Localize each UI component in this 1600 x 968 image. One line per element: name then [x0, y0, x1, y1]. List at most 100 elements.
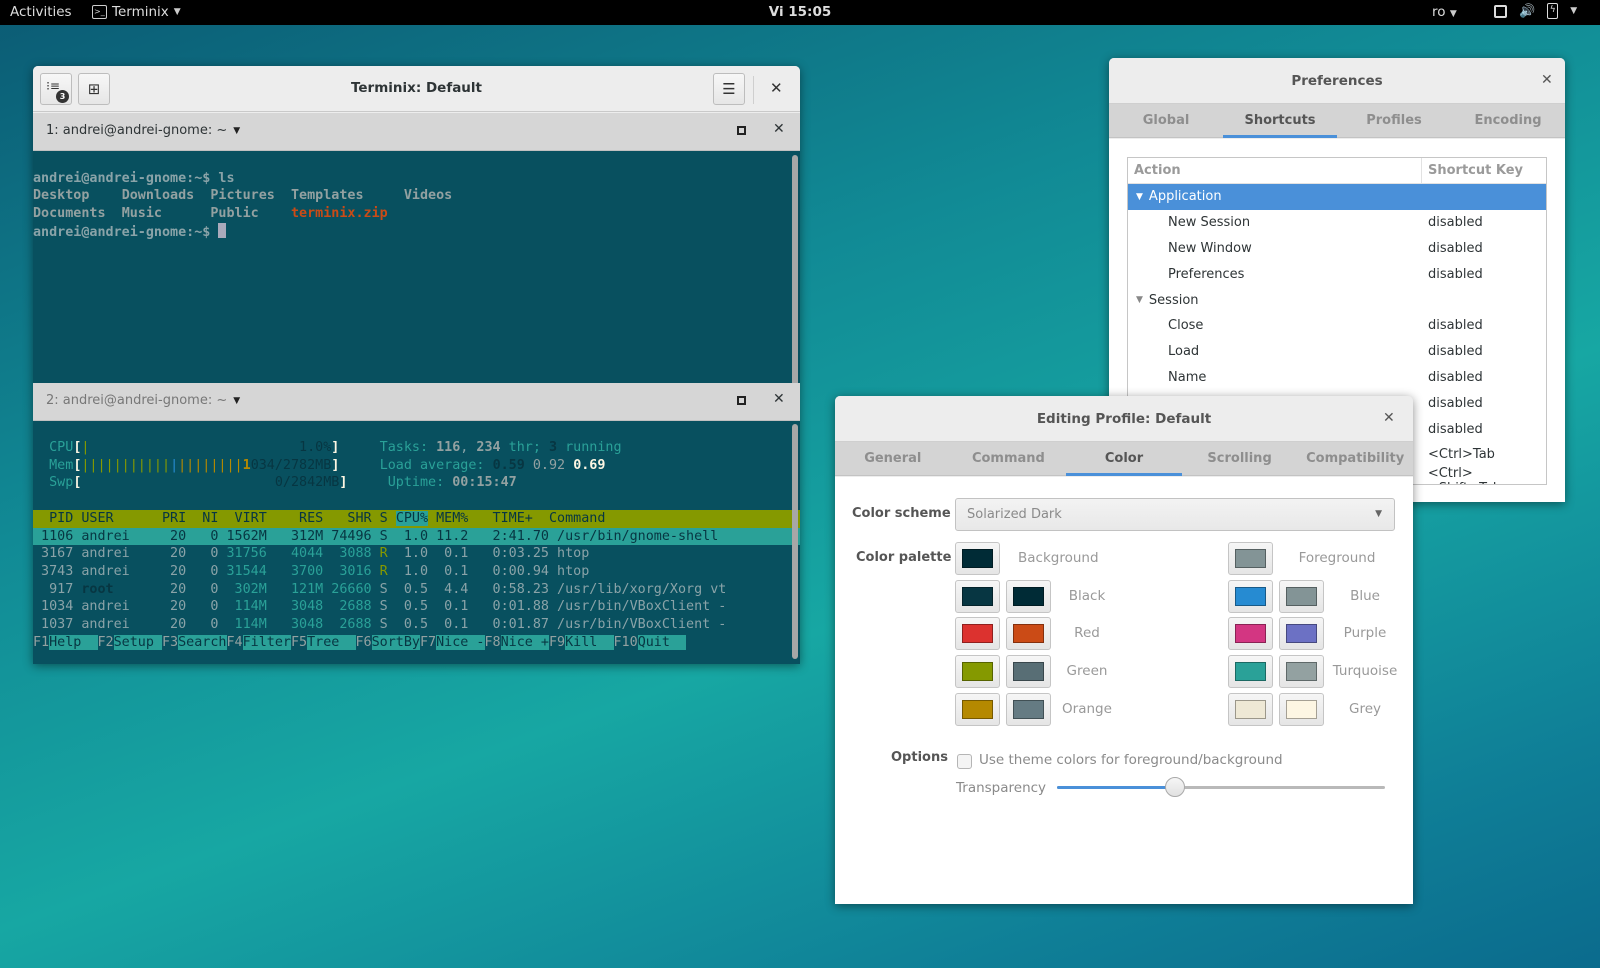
- fkey-f7[interactable]: F7Nice -: [420, 634, 485, 650]
- shortcut-key-cell[interactable]: disabled: [1422, 267, 1483, 282]
- process-row[interactable]: 3743 andrei 20 0 31544 3700 3016 R 1.0 0…: [33, 563, 800, 581]
- tree-row[interactable]: Close disabled: [1128, 313, 1546, 339]
- tree-row[interactable]: Preferences disabled: [1128, 261, 1546, 287]
- language-button[interactable]: ro ▼: [1432, 4, 1457, 20]
- process-row[interactable]: 1106 andrei 20 0 1562M 312M 74496 S 1.0 …: [33, 527, 800, 546]
- column-header-command[interactable]: Command: [533, 511, 800, 526]
- shortcut-key-cell[interactable]: disabled: [1422, 422, 1483, 437]
- fkey-f1[interactable]: F1Help: [33, 634, 98, 650]
- background-color-swatch[interactable]: [955, 542, 1000, 575]
- shortcut-key-cell[interactable]: disabled: [1422, 370, 1483, 385]
- close-dialog-button[interactable]: ✕: [1383, 410, 1395, 426]
- slider-knob[interactable]: [1165, 777, 1186, 797]
- expander-icon[interactable]: ▼: [1136, 192, 1143, 202]
- tab-scrolling[interactable]: Scrolling: [1182, 442, 1298, 475]
- bright-grey-color-swatch[interactable]: [1279, 692, 1324, 726]
- red-color-swatch[interactable]: [955, 617, 1000, 651]
- bright-black-color-swatch[interactable]: [1006, 579, 1051, 613]
- pane-1-header[interactable]: 1: andrei@andrei-gnome: ~ ▼ ✕: [33, 113, 800, 151]
- tree-row[interactable]: New Window disabled: [1128, 236, 1546, 262]
- shortcut-key-cell[interactable]: disabled: [1422, 396, 1483, 411]
- tab-shortcuts[interactable]: Shortcuts: [1223, 104, 1337, 138]
- tab-encoding[interactable]: Encoding: [1451, 104, 1565, 137]
- column-action[interactable]: Action: [1128, 158, 1422, 183]
- scrollbar[interactable]: [792, 424, 798, 659]
- activities-button[interactable]: Activities: [10, 4, 72, 20]
- tree-group-row[interactable]: ▼ Application: [1128, 184, 1546, 210]
- process-row[interactable]: 917 root 20 0 302M 121M 26660 S 0.5 4.4 …: [33, 581, 800, 599]
- fkey-f6[interactable]: F6SortBy: [356, 634, 420, 650]
- tree-row[interactable]: New Session disabled: [1128, 210, 1546, 236]
- turquoise-color-swatch[interactable]: [1228, 655, 1273, 689]
- fkey-f4[interactable]: F4Filter: [227, 634, 291, 650]
- column-header-s[interactable]: S: [372, 511, 388, 526]
- tab-compatibility[interactable]: Compatibility: [1297, 442, 1413, 475]
- column-header-ni[interactable]: NI: [186, 511, 218, 526]
- column-header-pid[interactable]: PID: [33, 511, 73, 526]
- column-header-shr[interactable]: SHR: [323, 511, 371, 526]
- tab-color[interactable]: Color: [1066, 442, 1182, 476]
- fkey-f3[interactable]: F3Search: [162, 634, 227, 650]
- add-terminal-button[interactable]: ⊞: [78, 73, 110, 105]
- expander-icon[interactable]: ▼: [1136, 295, 1143, 305]
- tree-row[interactable]: Name disabled: [1128, 365, 1546, 391]
- maximize-pane-button[interactable]: [737, 126, 746, 135]
- column-shortcut-key[interactable]: Shortcut Key: [1422, 158, 1523, 183]
- foreground-color-swatch[interactable]: [1228, 542, 1273, 575]
- column-header-pri[interactable]: PRI: [154, 511, 186, 526]
- green-color-swatch[interactable]: [955, 655, 1000, 689]
- bright-turquoise-color-swatch[interactable]: [1279, 655, 1324, 689]
- tab-profiles[interactable]: Profiles: [1337, 104, 1451, 137]
- chevron-down-icon[interactable]: ▼: [233, 126, 240, 136]
- app-menu-button[interactable]: >_ Terminix ▼: [92, 4, 181, 20]
- column-header-res[interactable]: RES: [267, 511, 323, 526]
- bright-red-color-swatch[interactable]: [1006, 617, 1051, 651]
- chevron-down-icon[interactable]: ▼: [233, 396, 240, 406]
- bright-blue-color-swatch[interactable]: [1279, 579, 1324, 613]
- close-pane-button[interactable]: ✕: [773, 391, 785, 407]
- bright-purple-color-swatch[interactable]: [1279, 617, 1324, 651]
- column-header-virt[interactable]: VIRT: [218, 511, 267, 526]
- orange-color-swatch[interactable]: [955, 692, 1000, 726]
- session-list-button[interactable]: ⁝≡ 3: [40, 73, 72, 105]
- terminal-pane-2[interactable]: CPU[| 1.0%] Tasks: 116, 234 thr; 3 runni…: [33, 421, 800, 664]
- pane-2-header[interactable]: 2: andrei@andrei-gnome: ~ ▼ ✕: [33, 383, 800, 421]
- shortcut-key-cell[interactable]: disabled: [1422, 241, 1483, 256]
- hamburger-menu-button[interactable]: ☰: [713, 73, 745, 105]
- column-header-cpu[interactable]: CPU%: [395, 510, 429, 526]
- close-pane-button[interactable]: ✕: [773, 121, 785, 137]
- column-header-mem[interactable]: MEM%: [428, 511, 468, 526]
- tab-global[interactable]: Global: [1109, 104, 1223, 137]
- shortcut-key-cell[interactable]: <Ctrl><Shift>Tab: [1422, 466, 1546, 484]
- process-row[interactable]: 1037 andrei 20 0 114M 3048 2688 S 0.5 0.…: [33, 616, 800, 634]
- fkey-f8[interactable]: F8Nice +: [485, 634, 549, 650]
- tab-command[interactable]: Command: [951, 442, 1067, 475]
- process-row[interactable]: 1034 andrei 20 0 114M 3048 2688 S 0.5 0.…: [33, 598, 800, 616]
- shortcut-key-cell[interactable]: disabled: [1422, 344, 1483, 359]
- tab-general[interactable]: General: [835, 442, 951, 475]
- scrollbar[interactable]: [792, 155, 798, 387]
- use-theme-colors-checkbox[interactable]: [957, 754, 972, 769]
- column-header-time[interactable]: TIME+: [468, 511, 533, 526]
- fkey-f10[interactable]: F10Quit: [614, 634, 687, 650]
- color-scheme-select[interactable]: Solarized Dark ▼: [955, 498, 1395, 531]
- close-window-button[interactable]: ✕: [770, 79, 783, 97]
- close-dialog-button[interactable]: ✕: [1541, 72, 1553, 88]
- shortcut-key-cell[interactable]: <Ctrl>Tab: [1422, 447, 1495, 462]
- fkey-f5[interactable]: F5Tree: [291, 634, 356, 650]
- transparency-slider[interactable]: [1057, 777, 1385, 797]
- maximize-pane-button[interactable]: [737, 396, 746, 405]
- system-tray[interactable]: 🔊 ϟ ▼: [1494, 3, 1577, 19]
- terminal-pane-1[interactable]: andrei@andrei-gnome:~$ ls Desktop Downloa…: [33, 151, 800, 393]
- shortcut-key-cell[interactable]: disabled: [1422, 318, 1483, 333]
- fkey-f9[interactable]: F9Kill: [549, 634, 614, 650]
- tree-row[interactable]: Load disabled: [1128, 339, 1546, 365]
- shortcut-key-cell[interactable]: disabled: [1422, 215, 1483, 230]
- grey-color-swatch[interactable]: [1228, 692, 1273, 726]
- fkey-f2[interactable]: F2Setup: [98, 634, 162, 650]
- process-row[interactable]: 3167 andrei 20 0 31756 4044 3088 R 1.0 0…: [33, 545, 800, 563]
- bright-green-color-swatch[interactable]: [1006, 655, 1051, 689]
- clock-button[interactable]: Vi 15:05: [769, 4, 832, 20]
- black-color-swatch[interactable]: [955, 579, 1000, 613]
- column-header-user[interactable]: USER: [73, 511, 154, 526]
